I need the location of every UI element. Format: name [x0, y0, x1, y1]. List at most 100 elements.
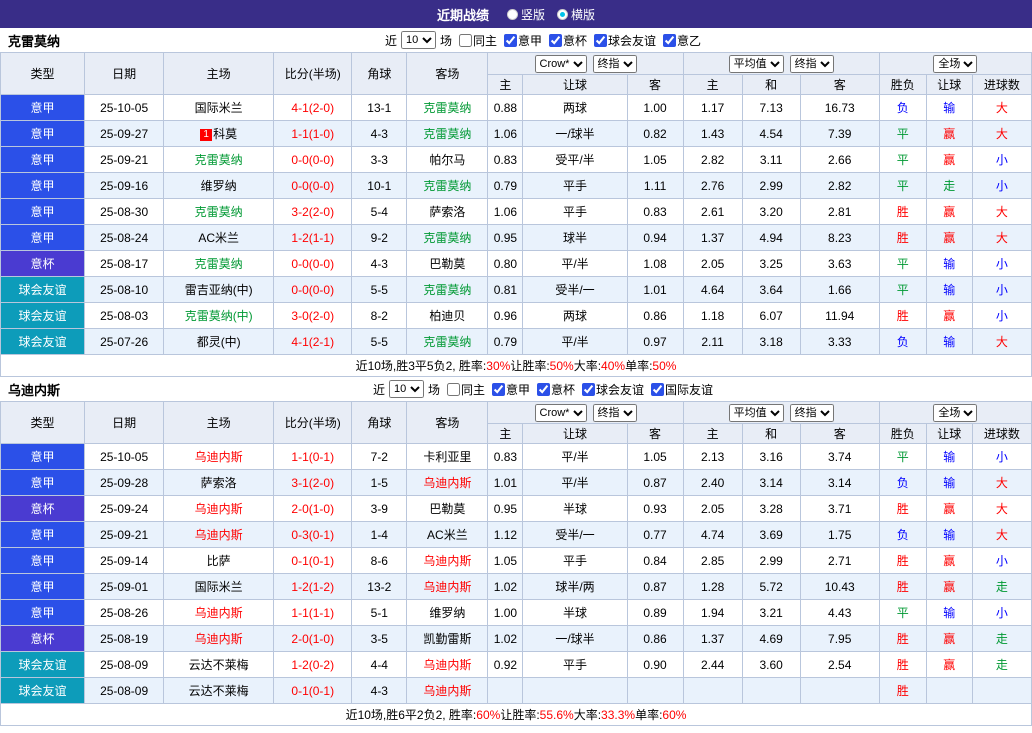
home-team-link[interactable]: 国际米兰 — [195, 580, 243, 594]
away-team-link[interactable]: 巴勒莫 — [429, 257, 465, 271]
result-goals-cell: 小 — [971, 250, 1032, 277]
filter-checkbox[interactable]: 意杯 — [537, 381, 575, 398]
sub-col-header: 让球 — [925, 423, 973, 444]
layout-radio[interactable]: 竖版 — [506, 6, 545, 23]
odds-company-select[interactable]: Crow* — [534, 54, 587, 73]
home-team-link[interactable]: 乌迪内斯 — [195, 502, 243, 516]
away-team-link[interactable]: 克雷莫纳 — [423, 101, 471, 115]
result-winlose-cell: 负 — [878, 94, 927, 121]
odds-stage-select[interactable]: 终指 — [592, 403, 637, 422]
avg-source-select[interactable]: 平均值 — [728, 54, 784, 73]
layout-radio[interactable]: 横版 — [557, 6, 595, 23]
sub-col-header: 客 — [799, 423, 880, 444]
filter-checkbox[interactable]: 意杯 — [549, 32, 587, 49]
checkbox-input[interactable] — [537, 382, 551, 396]
away-team-link[interactable]: 克雷莫纳 — [423, 231, 471, 245]
away-team-link[interactable]: 巴勒莫 — [429, 502, 465, 516]
result-scope-select[interactable]: 全场 — [933, 403, 978, 422]
home-team-link[interactable]: 云达不莱梅 — [189, 658, 249, 672]
away-team-cell: 柏迪贝 — [406, 302, 489, 329]
away-team-link[interactable]: 乌迪内斯 — [423, 554, 471, 568]
checkbox-input[interactable] — [651, 382, 665, 396]
handicap-cell: 球半 — [522, 224, 628, 251]
home-team-link[interactable]: 克雷莫纳 — [195, 205, 243, 219]
avg-draw-cell: 3.21 — [741, 599, 801, 626]
home-team-link[interactable]: 乌迪内斯 — [195, 632, 243, 646]
result-winlose-cell: 平 — [878, 250, 927, 277]
avg-home-cell: 1.37 — [682, 625, 743, 652]
home-team-link[interactable]: 乌迪内斯 — [195, 606, 243, 620]
away-team-link[interactable]: 克雷莫纳 — [423, 179, 471, 193]
checkbox-input[interactable] — [549, 33, 563, 47]
home-team-link[interactable]: 雷吉亚纳(中) — [185, 283, 253, 297]
filter-checkbox[interactable]: 球会友谊 — [594, 32, 656, 49]
odds-company-select[interactable]: Crow* — [534, 403, 587, 422]
filter-checkbox[interactable]: 同主 — [446, 381, 485, 398]
summary-text: 60% — [662, 707, 687, 722]
checkbox-input[interactable] — [458, 33, 472, 47]
filter-checkbox[interactable]: 球会友谊 — [582, 381, 644, 398]
checkbox-input[interactable] — [492, 382, 505, 396]
home-team-link[interactable]: 比萨 — [207, 554, 231, 568]
away-team-link[interactable]: 乌迪内斯 — [423, 476, 471, 490]
away-team-link[interactable]: AC米兰 — [427, 528, 468, 542]
away-team-link[interactable]: 卡利亚里 — [423, 450, 471, 464]
away-team-link[interactable]: 乌迪内斯 — [423, 684, 471, 698]
filter-checkbox[interactable]: 国际友谊 — [651, 381, 713, 398]
result-handicap-cell: 赢 — [925, 651, 973, 678]
away-team-link[interactable]: 萨索洛 — [429, 205, 465, 219]
away-team-link[interactable]: 克雷莫纳 — [423, 283, 471, 297]
checkbox-input[interactable] — [446, 382, 460, 396]
filter-checkbox[interactable]: 意甲 — [504, 32, 542, 49]
checkbox-label: 意甲 — [506, 382, 531, 397]
checkbox-input[interactable] — [594, 33, 608, 47]
away-team-link[interactable]: 乌迪内斯 — [423, 658, 471, 672]
odds-away-cell: 0.77 — [626, 521, 684, 548]
odds-stage-select[interactable]: 终指 — [592, 54, 637, 73]
sub-col-header: 和 — [741, 423, 801, 444]
recent-count-select[interactable]: 10 — [400, 31, 436, 49]
away-team-link[interactable]: 克雷莫纳 — [423, 127, 471, 141]
avg-source-select[interactable]: 平均值 — [728, 403, 784, 422]
away-team-link[interactable]: 克雷莫纳 — [423, 335, 471, 349]
away-team-link[interactable]: 乌迪内斯 — [423, 580, 471, 594]
home-team-link[interactable]: 克雷莫纳 — [195, 153, 243, 167]
home-team-link[interactable]: 云达不莱梅 — [189, 684, 249, 698]
home-team-link[interactable]: 萨索洛 — [201, 476, 237, 490]
result-scope-select[interactable]: 全场 — [933, 54, 978, 73]
summary-text: 50% — [652, 358, 677, 373]
home-team-link[interactable]: 克雷莫纳(中) — [185, 309, 253, 323]
home-team-link[interactable]: 国际米兰 — [195, 101, 243, 115]
recent-count-select[interactable]: 10 — [388, 380, 424, 398]
home-team-link[interactable]: 克雷莫纳 — [195, 257, 243, 271]
col-header: 日期 — [84, 401, 165, 444]
sub-col-header: 让球 — [522, 74, 628, 95]
avg-stage-select[interactable]: 终指 — [789, 54, 834, 73]
filter-checkbox[interactable]: 意甲 — [492, 381, 530, 398]
checkbox-label: 球会友谊 — [608, 33, 657, 48]
date-cell: 25-09-21 — [84, 146, 165, 173]
filter-checkbox[interactable]: 意乙 — [663, 32, 701, 49]
col-header: 主场 — [163, 401, 275, 444]
home-team-cell: 都灵(中) — [163, 328, 275, 355]
checkbox-input[interactable] — [582, 382, 596, 396]
home-team-link[interactable]: 都灵(中) — [197, 335, 241, 349]
checkbox-input[interactable] — [504, 33, 517, 47]
home-team-link[interactable]: 乌迪内斯 — [195, 528, 243, 542]
away-team-link[interactable]: 凯勤雷斯 — [423, 632, 471, 646]
checkbox-input[interactable] — [663, 33, 677, 47]
home-team-link[interactable]: 维罗纳 — [201, 179, 237, 193]
away-team-link[interactable]: 维罗纳 — [429, 606, 465, 620]
away-team-link[interactable]: 柏迪贝 — [429, 309, 465, 323]
home-team-link[interactable]: 科莫 — [213, 127, 237, 141]
away-team-link[interactable]: 帕尔马 — [429, 153, 465, 167]
filter-checkbox[interactable]: 同主 — [458, 32, 497, 49]
avg-stage-select[interactable]: 终指 — [789, 403, 834, 422]
avg-away-cell: 3.63 — [799, 250, 880, 277]
home-team-link[interactable]: 乌迪内斯 — [195, 450, 243, 464]
date-cell: 25-07-26 — [84, 328, 165, 355]
home-team-link[interactable]: AC米兰 — [198, 231, 239, 245]
result-winlose-cell: 胜 — [878, 302, 927, 329]
matches-table: 类型 日期 主场 比分(半场) 角球 客场 Crow* 终指 平均值 终指 全场主让球客主和客胜负让… — [0, 401, 1032, 704]
checkbox-label: 同主 — [460, 382, 485, 397]
